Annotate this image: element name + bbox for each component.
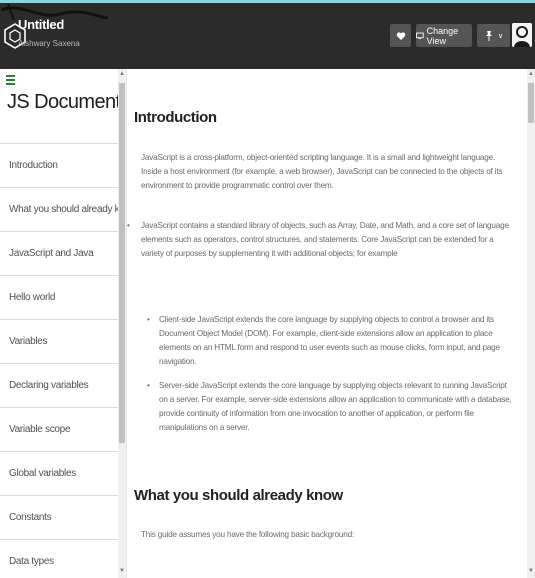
top-bar: Untitled Aishwary Saxena Change View ∨ [0, 0, 535, 69]
main-scroll-thumb[interactable] [528, 83, 534, 123]
scroll-up-arrow-icon[interactable]: ▲ [528, 71, 534, 77]
like-button[interactable] [390, 24, 411, 47]
stray-mark: • [127, 221, 130, 230]
list-item-client-side: • Client-side JavaScript extends the cor… [147, 313, 515, 369]
intro-paragraph-1: JavaScript is a cross-platform, object-o… [141, 153, 503, 190]
sidebar-item-javascript-and-java[interactable]: JavaScript and Java [0, 231, 118, 275]
sidebar-item-hello-world[interactable]: Hello world [0, 275, 118, 319]
document-author: Aishwary Saxena [18, 39, 80, 48]
sidebar-item-data-types[interactable]: Data types [0, 539, 118, 578]
user-avatar-icon[interactable] [512, 23, 532, 47]
main-scrollbar[interactable]: ▲ ▼ [527, 69, 535, 578]
background-paragraph: This guide assumes you have the followin… [141, 530, 355, 539]
pin-icon [485, 30, 492, 41]
heart-icon [396, 31, 405, 40]
sidebar-item-what-you-should-already-know[interactable]: What you should already know [0, 187, 118, 231]
list-item-text: Client-side JavaScript extends the core … [159, 315, 500, 366]
user-menu-button[interactable]: ∨ [477, 24, 510, 47]
change-view-button[interactable]: Change View [416, 24, 472, 47]
sidebar-item-variable-scope[interactable]: Variable scope [0, 407, 118, 451]
scroll-down-arrow-icon[interactable]: ▼ [119, 568, 125, 574]
intro-paragraph-2: JavaScript contains a standard library o… [141, 221, 509, 258]
sidebar-item-global-variables[interactable]: Global variables [0, 451, 118, 495]
sidebar-scroll-thumb[interactable] [119, 83, 125, 443]
sidebar-item-declaring-variables[interactable]: Declaring variables [0, 363, 118, 407]
bullet-glyph: • [147, 381, 150, 390]
section-heading-what-you-should-already-know: What you should already know [134, 487, 343, 504]
section-heading-introduction: Introduction [134, 109, 217, 126]
bullet-glyph: • [147, 315, 150, 324]
sidebar-item-introduction[interactable]: Introduction [0, 143, 118, 187]
monitor-icon [416, 32, 424, 39]
documentation-sidebar: JS Documentation Introduction What you s… [0, 69, 118, 578]
sidebar-title: JS Documentation [7, 91, 118, 113]
list-item-server-side: • Server-side JavaScript extends the cor… [147, 379, 515, 435]
scroll-up-arrow-icon[interactable]: ▲ [119, 71, 125, 77]
document-title[interactable]: Untitled [18, 17, 64, 32]
main-content: Introduction JavaScript is a cross-platf… [127, 69, 527, 578]
sidebar-marker-icon [6, 75, 15, 85]
sidebar-scrollbar[interactable]: ▲ ▼ [118, 69, 126, 578]
sidebar-item-variables[interactable]: Variables [0, 319, 118, 363]
scroll-down-arrow-icon[interactable]: ▼ [528, 568, 534, 574]
list-item-text: Server-side JavaScript extends the core … [159, 381, 512, 432]
sidebar-item-constants[interactable]: Constants [0, 495, 118, 539]
chevron-down-icon: ∨ [497, 32, 504, 40]
change-view-label: Change View [426, 25, 459, 46]
